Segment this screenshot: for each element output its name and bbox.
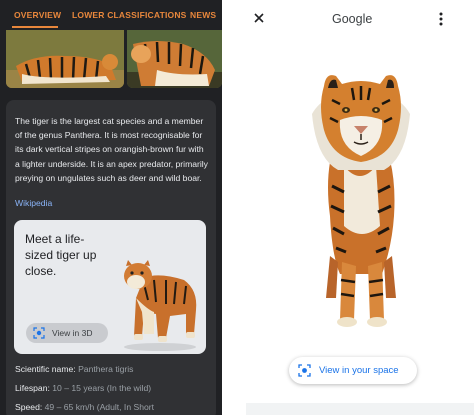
fact-label: Speed: <box>15 402 43 412</box>
ar-cube-icon <box>33 327 45 339</box>
fact-label: Lifespan: <box>15 383 50 393</box>
image-strip <box>6 30 222 88</box>
tiger-photo[interactable] <box>6 30 124 88</box>
bottom-sheet-handle <box>246 403 474 415</box>
view-in-3d-card[interactable]: Meet a life-sized tiger up close. View i… <box>14 220 206 354</box>
fact-scientific-name: Scientific name: Panthera tigris <box>15 364 133 374</box>
fact-lifespan: Lifespan: 10 – 15 years (In the wild) <box>15 383 151 393</box>
tab-news[interactable]: NEWS <box>190 10 216 20</box>
tiger-thumbnail <box>124 260 197 351</box>
promo-text: Meet a life-sized tiger up close. <box>25 232 97 278</box>
more-vert-icon[interactable] <box>439 12 443 26</box>
view-in-your-space-button[interactable]: View in your space <box>289 357 417 384</box>
viewer-title: Google <box>332 12 373 26</box>
tiger-photo[interactable] <box>127 30 222 88</box>
fact-label: Scientific name: <box>15 364 76 374</box>
tab-overview[interactable]: OVERVIEW <box>14 10 61 20</box>
ar-cube-icon <box>298 364 311 377</box>
tab-bar: OVERVIEW LOWER CLASSIFICATIONS NEWS <box>0 0 222 30</box>
fact-value: 10 – 15 years (In the wild) <box>52 383 152 393</box>
3d-viewer: Google View in your space <box>246 0 474 415</box>
view-in-3d-label: View in 3D <box>52 328 93 338</box>
close-icon[interactable] <box>254 13 264 23</box>
wikipedia-link[interactable]: Wikipedia <box>15 198 52 208</box>
tab-lower-classifications[interactable]: LOWER CLASSIFICATIONS <box>72 10 187 20</box>
fact-speed: Speed: 49 – 65 km/h (Adult, In Short <box>15 402 154 412</box>
fact-value: 49 – 65 km/h (Adult, In Short <box>44 402 155 412</box>
active-tab-indicator <box>12 26 58 28</box>
knowledge-panel: OVERVIEW LOWER CLASSIFICATIONS NEWS The … <box>0 0 222 415</box>
view-in-3d-button[interactable]: View in 3D <box>26 323 108 343</box>
tiger-3d-model[interactable] <box>286 66 436 334</box>
description-text: The tiger is the largest cat species and… <box>15 116 208 183</box>
fact-value: Panthera tigris <box>78 364 134 374</box>
view-in-your-space-label: View in your space <box>319 365 399 376</box>
